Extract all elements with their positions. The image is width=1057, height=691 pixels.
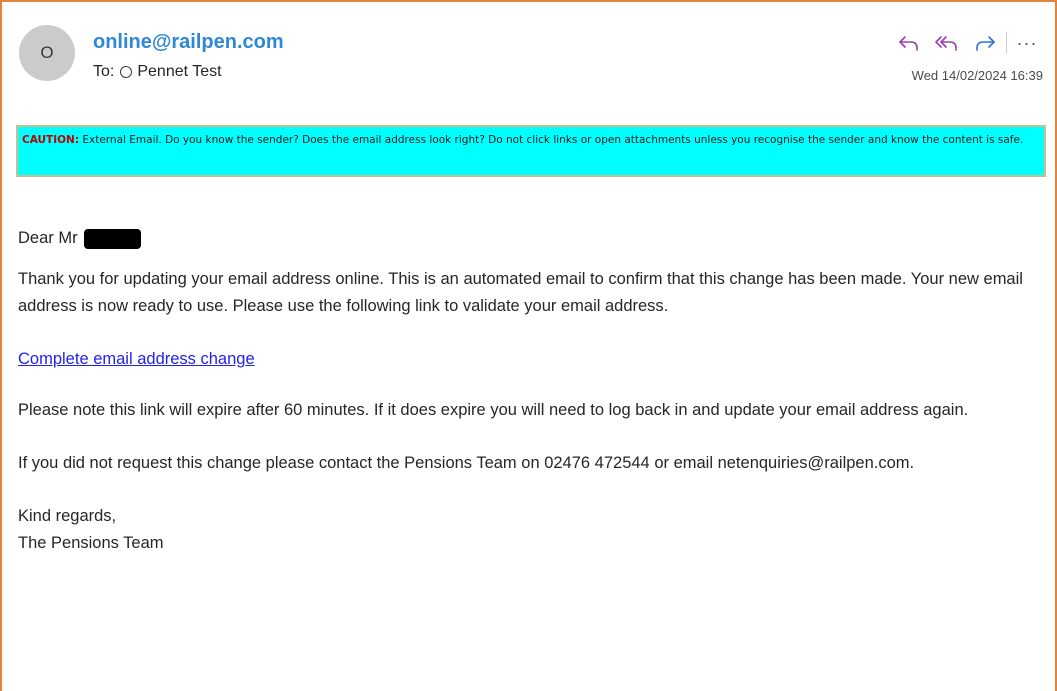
received-date: Wed 14/02/2024 16:39 xyxy=(911,68,1043,83)
reply-icon xyxy=(899,36,918,51)
complete-email-change-link[interactable]: Complete email address change xyxy=(18,350,255,368)
avatar[interactable]: O xyxy=(19,25,75,81)
recipient-presence-icon xyxy=(120,66,133,78)
body-paragraph-confirmation: Thank you for updating your email addres… xyxy=(18,270,1023,315)
reply-all-icon xyxy=(935,36,957,51)
redacted-name xyxy=(83,228,141,249)
email-reading-pane: O online@railpen.com To: Pennet Test ···… xyxy=(0,0,1057,691)
sender-address[interactable]: online@railpen.com xyxy=(93,31,284,54)
forward-button[interactable] xyxy=(966,29,1004,57)
reply-all-button[interactable] xyxy=(928,29,966,57)
more-actions-button[interactable]: ··· xyxy=(1013,29,1041,57)
avatar-initial: O xyxy=(40,43,54,62)
greeting-text: Dear Mr xyxy=(18,229,78,247)
to-label: To: xyxy=(93,63,115,80)
external-email-banner: CAUTION: External Email. Do you know the… xyxy=(16,125,1046,177)
recipient-line: To: Pennet Test xyxy=(93,63,222,81)
actions-divider xyxy=(1006,32,1007,54)
more-icon: ··· xyxy=(1016,33,1038,53)
email-body: Dear Mr Thank you for updating your emai… xyxy=(18,225,1053,557)
forward-icon xyxy=(976,36,995,51)
validation-link-paragraph: Complete email address change xyxy=(18,346,1053,373)
signature: The Pensions Team xyxy=(18,534,164,552)
recipient-name[interactable]: Pennet Test xyxy=(137,63,221,81)
signoff: Kind regards, xyxy=(18,507,117,525)
body-paragraph-contact: If you did not request this change pleas… xyxy=(18,454,915,472)
caution-text: External Email. Do you know the sender? … xyxy=(79,134,1024,146)
body-paragraph-expiry: Please note this link will expire after … xyxy=(18,401,969,419)
greeting: Dear Mr xyxy=(18,225,1053,252)
message-actions: ··· xyxy=(890,29,1041,57)
reply-button[interactable] xyxy=(890,29,928,57)
email-header: O online@railpen.com To: Pennet Test ···… xyxy=(2,2,1055,102)
caution-label: CAUTION: xyxy=(22,134,80,146)
